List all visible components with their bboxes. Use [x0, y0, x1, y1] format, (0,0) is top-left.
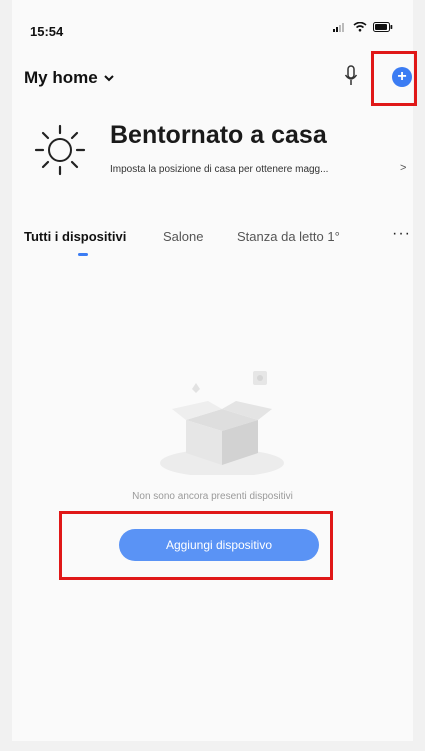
status-bar: 15:54	[12, 0, 413, 60]
more-tabs-button[interactable]: ···	[392, 225, 411, 243]
status-time: 15:54	[30, 24, 64, 39]
empty-state-message: Non sono ancora presenti dispositivi	[132, 491, 293, 502]
wifi-icon	[353, 22, 367, 32]
sun-icon	[34, 124, 86, 176]
header: My home +	[12, 60, 413, 100]
welcome-title: Bentornato a casa	[110, 121, 327, 149]
home-title: My home	[24, 68, 98, 87]
location-prompt[interactable]: Imposta la posizione di casa per ottener…	[110, 164, 328, 175]
microphone-icon[interactable]	[344, 65, 358, 87]
add-device-plus-button[interactable]: +	[392, 67, 412, 87]
status-icons	[333, 22, 393, 32]
add-device-button[interactable]: Aggiungi dispositivo	[119, 529, 319, 561]
tab-salone[interactable]: Salone	[163, 229, 203, 244]
tab-stanza-da-letto[interactable]: Stanza da letto 1°	[237, 229, 340, 244]
battery-icon	[373, 22, 393, 32]
home-selector[interactable]: My home	[24, 68, 114, 88]
chevron-down-icon	[103, 75, 114, 82]
plus-circle-icon: +	[397, 68, 407, 85]
phone-screen: 15:54 My home + Bentornato a casa Impost…	[12, 0, 413, 741]
empty-box-icon	[160, 371, 284, 475]
active-tab-indicator	[78, 253, 88, 256]
signal-icon	[333, 23, 344, 32]
location-chevron[interactable]: >	[400, 162, 406, 174]
tab-all-devices[interactable]: Tutti i dispositivi	[24, 229, 126, 244]
welcome-section: Bentornato a casa Imposta la posizione d…	[12, 110, 413, 190]
room-tabs: Tutti i dispositivi Salone Stanza da let…	[12, 223, 413, 263]
